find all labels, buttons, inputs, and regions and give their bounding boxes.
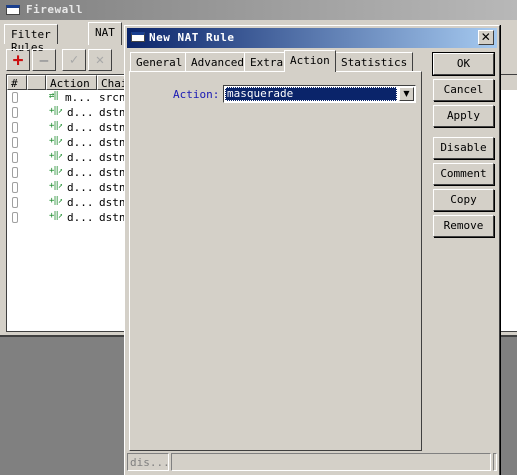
rule-action-cell: d... — [67, 121, 94, 134]
column-header-chain[interactable]: Chai — [97, 75, 127, 90]
tab-advanced[interactable]: Advanced — [185, 52, 250, 71]
rule-chain-cell: srcn — [99, 91, 126, 104]
rule-state-icon — [12, 167, 18, 178]
tab-extra[interactable]: Extra — [244, 52, 290, 71]
column-header-number[interactable]: # — [7, 75, 27, 90]
rule-action-cell: d... — [67, 151, 94, 164]
tab-action[interactable]: Action — [284, 50, 336, 72]
rule-action-cell: d... — [67, 181, 94, 194]
rule-chain-cell: dstn — [99, 136, 126, 149]
action-type-icon: +‖↗ — [49, 151, 63, 161]
action-type-icon: +‖↗ — [49, 106, 63, 116]
rule-state-icon — [12, 212, 18, 223]
firewall-title: Firewall — [26, 3, 83, 16]
tab-general[interactable]: General — [130, 52, 189, 71]
rule-chain-cell: dstn — [99, 151, 126, 164]
close-button[interactable]: ✕ — [478, 30, 494, 45]
status-disabled: dis... — [127, 453, 169, 471]
rule-chain-cell: dstn — [99, 166, 126, 179]
action-type-icon: +‖↗ — [49, 136, 63, 146]
action-select-value[interactable]: masquerade — [225, 87, 397, 101]
rule-state-icon — [12, 92, 18, 103]
rule-action-cell: d... — [67, 136, 94, 149]
action-select[interactable]: masquerade ▼ — [223, 85, 416, 103]
comment-button[interactable]: Comment — [433, 163, 494, 185]
rule-state-icon — [12, 182, 18, 193]
add-button[interactable]: + — [6, 49, 30, 71]
status-bar: dis... — [127, 453, 497, 471]
tab-filter-rules[interactable]: Filter Rules — [4, 24, 58, 54]
action-field-label: Action: — [173, 88, 220, 101]
apply-button[interactable]: Apply — [433, 105, 494, 127]
remove-button[interactable]: Remove — [433, 215, 494, 237]
window-icon — [131, 32, 145, 42]
rule-state-icon — [12, 107, 18, 118]
new-nat-rule-dialog: New NAT Rule ✕ General Advanced Extra Ac… — [124, 25, 500, 475]
copy-button[interactable]: Copy — [433, 189, 494, 211]
check-icon: ✓ — [69, 52, 79, 68]
dropdown-arrow-icon[interactable]: ▼ — [399, 87, 414, 101]
rule-chain-cell: dstn — [99, 181, 126, 194]
rule-chain-cell: dstn — [99, 121, 126, 134]
firewall-titlebar[interactable]: Firewall — [0, 0, 517, 20]
rule-action-cell: d... — [67, 166, 94, 179]
action-type-icon: ⇄‖ — [49, 91, 58, 101]
action-type-icon: +‖↗ — [49, 166, 63, 176]
plus-icon: + — [12, 49, 24, 71]
ok-button[interactable]: OK — [432, 52, 495, 76]
disable-rule-button[interactable]: ✕ — [88, 49, 112, 71]
status-extra — [493, 453, 497, 471]
rule-chain-cell: dstn — [99, 211, 126, 224]
action-type-icon: +‖↗ — [49, 211, 63, 221]
rule-action-cell: d... — [67, 211, 94, 224]
window-icon — [6, 5, 20, 15]
cancel-button[interactable]: Cancel — [433, 79, 494, 101]
action-type-icon: +‖↗ — [49, 181, 63, 191]
rule-state-icon — [12, 122, 18, 133]
disable-button[interactable]: Disable — [433, 137, 494, 159]
enable-button[interactable]: ✓ — [62, 49, 86, 71]
action-tab-panel: Action: masquerade ▼ — [129, 71, 422, 451]
rule-chain-cell: dstn — [99, 196, 126, 209]
status-message — [171, 453, 491, 471]
rule-action-cell: d... — [67, 106, 94, 119]
rule-state-icon — [12, 152, 18, 163]
column-header-action[interactable]: Action — [46, 75, 97, 90]
tab-statistics[interactable]: Statistics — [335, 52, 414, 71]
remove-button[interactable]: − — [32, 49, 56, 71]
dialog-title: New NAT Rule — [149, 31, 235, 44]
dialog-tabs: General Advanced Extra Action Statistics — [130, 50, 420, 72]
rule-state-icon — [12, 197, 18, 208]
close-icon: ✕ — [480, 30, 492, 44]
action-type-icon: +‖↗ — [49, 196, 63, 206]
action-type-icon: +‖↗ — [49, 121, 63, 131]
minus-icon: − — [39, 50, 49, 70]
rule-state-icon — [12, 137, 18, 148]
cross-icon: ✕ — [95, 52, 105, 68]
tab-nat[interactable]: NAT — [88, 22, 122, 45]
rule-action-cell: m... — [65, 91, 92, 104]
rule-action-cell: d... — [67, 196, 94, 209]
dialog-titlebar[interactable]: New NAT Rule ✕ — [127, 28, 497, 48]
column-header-spacer — [27, 75, 46, 90]
rule-chain-cell: dstn — [99, 106, 126, 119]
